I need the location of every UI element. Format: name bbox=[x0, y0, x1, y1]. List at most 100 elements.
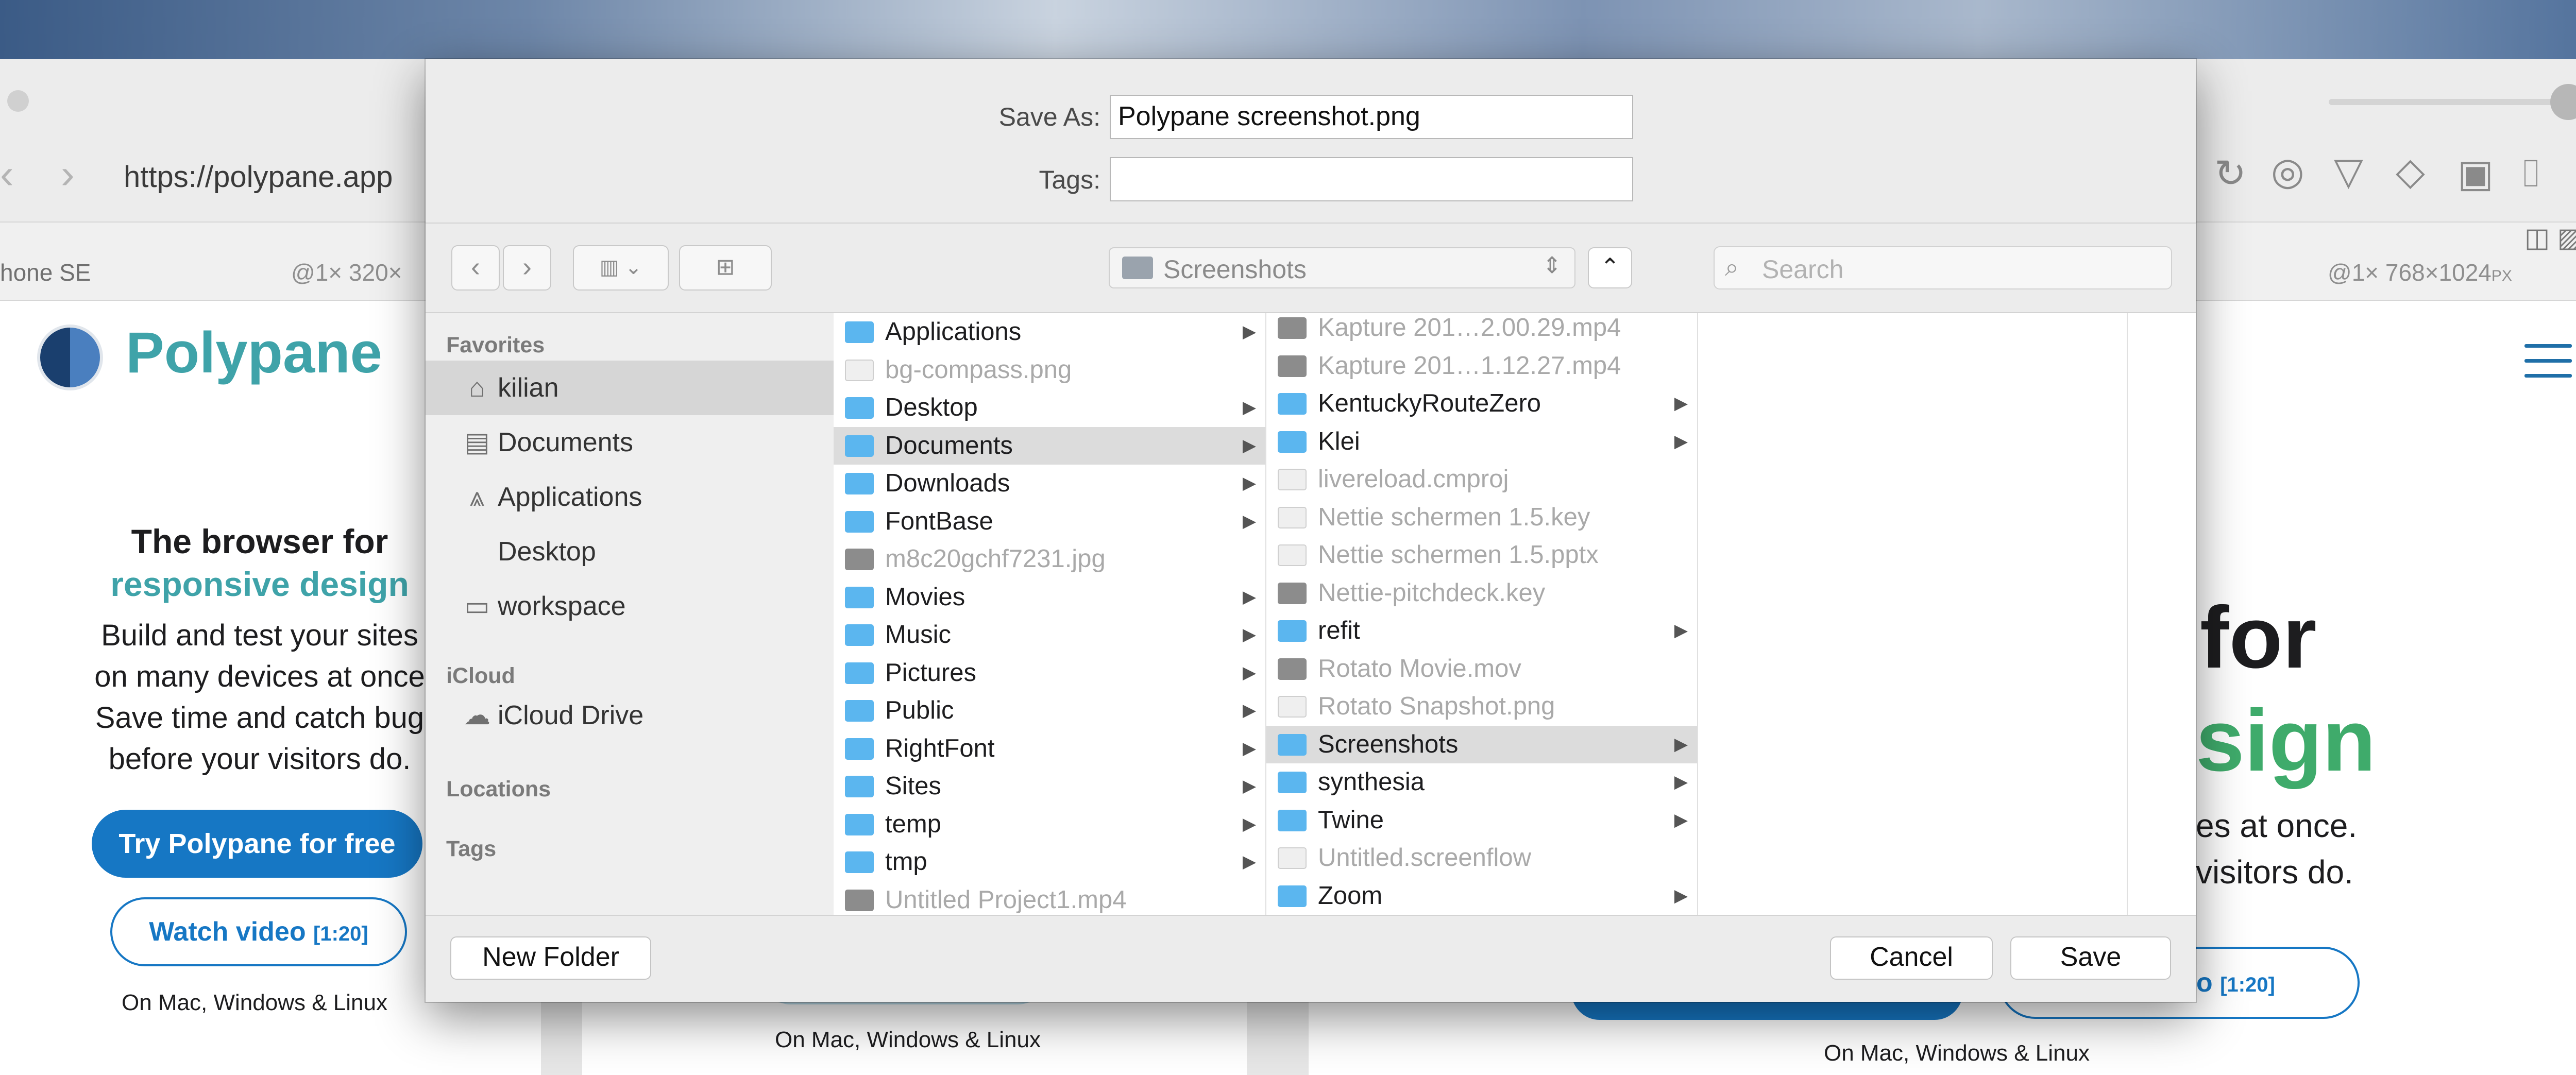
sidebar-item-desktop[interactable]: Desktop bbox=[426, 524, 834, 579]
pane-screenshot-icon[interactable]: ◫ ▨ ◈ bbox=[2524, 223, 2576, 253]
platforms-note-mid: On Mac, Windows & Linux bbox=[775, 1027, 1041, 1052]
file-row[interactable]: Movies ▶ bbox=[834, 578, 1265, 616]
sync-scroll-icon[interactable]: ◇ bbox=[2396, 152, 2425, 191]
save-button[interactable]: Save bbox=[2010, 936, 2171, 980]
save-as-field[interactable]: Polypane screenshot.png bbox=[1110, 95, 1633, 139]
camera-icon[interactable]: ⌷ bbox=[2519, 155, 2542, 193]
file-row[interactable]: m8c20gchf7231.jpg bbox=[834, 540, 1265, 578]
back-icon[interactable]: ‹ bbox=[0, 153, 14, 195]
file-row[interactable]: RightFont ▶ bbox=[834, 730, 1265, 767]
file-row[interactable]: refit ▶ bbox=[1266, 612, 1697, 650]
file-column-2: Kapture 201…2.00.29.mp4 Kapture 201…1.12.… bbox=[1266, 313, 1698, 915]
address-bar[interactable]: https://polypane.app bbox=[124, 160, 393, 194]
tags-field[interactable] bbox=[1110, 157, 1633, 201]
file-row[interactable]: Sites ▶ bbox=[834, 767, 1265, 805]
back-button[interactable]: ‹ bbox=[451, 245, 500, 291]
file-row[interactable]: Documents ▶ bbox=[834, 426, 1265, 465]
sidebar-item-icloud-drive[interactable]: ☁ iCloud Drive bbox=[426, 688, 834, 743]
file-name: Nettie schermen 1.5.key bbox=[1318, 503, 1590, 531]
media-file-icon bbox=[845, 549, 874, 570]
forward-button[interactable]: › bbox=[503, 245, 551, 291]
folder-icon bbox=[845, 662, 874, 684]
disclosure-arrow-icon: ▶ bbox=[1674, 621, 1688, 640]
sidebar-item-applications[interactable]: ⩓ Applications bbox=[426, 470, 834, 524]
file-name: FontBase bbox=[885, 507, 993, 535]
file-name: Music bbox=[885, 621, 951, 649]
save-as-label: Save As: bbox=[998, 103, 1100, 131]
file-row[interactable]: Untitled Project1.mp4 bbox=[834, 881, 1265, 915]
disclosure-arrow-icon: ▶ bbox=[1674, 394, 1688, 413]
media-file-icon bbox=[1278, 317, 1307, 339]
file-name: Klei bbox=[1318, 427, 1360, 455]
file-name: Nettie schermen 1.5.pptx bbox=[1318, 541, 1599, 569]
window-control[interactable] bbox=[7, 90, 29, 112]
file-row[interactable]: livereload.cmproj bbox=[1266, 460, 1697, 498]
file-row[interactable]: FontBase ▶ bbox=[834, 503, 1265, 540]
file-name: Applications bbox=[885, 318, 1022, 346]
file-row[interactable]: Music ▶ bbox=[834, 616, 1265, 654]
file-row[interactable]: Rotato Snapshot.png bbox=[1266, 688, 1697, 725]
disclosure-arrow-icon: ▶ bbox=[1242, 852, 1256, 872]
file-row[interactable]: Desktop ▶ bbox=[834, 389, 1265, 426]
file-row[interactable]: Public ▶ bbox=[834, 692, 1265, 729]
file-row[interactable]: Nettie schermen 1.5.pptx bbox=[1266, 536, 1697, 574]
file-row[interactable]: Twine ▶ bbox=[1266, 801, 1697, 839]
sidebar-item-kilian[interactable]: ⌂ kilian bbox=[426, 361, 834, 415]
eye-icon[interactable]: ◎ bbox=[2271, 152, 2304, 191]
file-row[interactable]: Rotato Movie.mov bbox=[1266, 650, 1697, 688]
hamburger-menu-icon[interactable] bbox=[2524, 344, 2572, 389]
file-row[interactable]: temp ▶ bbox=[834, 806, 1265, 843]
file-row[interactable]: tmp ▶ bbox=[834, 843, 1265, 881]
zoom-slider[interactable] bbox=[2329, 99, 2576, 105]
sidebar-item-documents[interactable]: ▤ Documents bbox=[426, 415, 834, 470]
file-icon bbox=[1278, 506, 1307, 528]
cancel-button[interactable]: Cancel bbox=[1830, 936, 1993, 980]
file-name: Untitled.screenflow bbox=[1318, 844, 1531, 872]
location-label: Screenshots bbox=[1163, 255, 1307, 284]
reload-icon[interactable]: ↻ bbox=[2214, 155, 2246, 193]
folder-icon bbox=[845, 624, 874, 646]
filter-icon[interactable]: ▽ bbox=[2334, 152, 2363, 191]
file-row[interactable]: Untitled.screenflow bbox=[1266, 839, 1697, 877]
collapse-button[interactable]: ⌃ bbox=[1588, 247, 1632, 288]
disclosure-arrow-icon: ▶ bbox=[1674, 772, 1688, 792]
file-row[interactable]: Nettie schermen 1.5.key bbox=[1266, 499, 1697, 536]
file-row[interactable]: Pictures ▶ bbox=[834, 654, 1265, 692]
watch-video-button[interactable]: Watch video [1:20] bbox=[110, 897, 407, 966]
devices-icon[interactable]: ▣ bbox=[2458, 155, 2494, 193]
sidebar-item-workspace[interactable]: ▭ workspace bbox=[426, 579, 834, 634]
file-name: bg-compass.png bbox=[885, 355, 1072, 384]
hero-accent-right: sign bbox=[2196, 692, 2376, 790]
folder-icon bbox=[845, 435, 874, 457]
folder-icon bbox=[1278, 733, 1307, 756]
disclosure-arrow-icon: ▶ bbox=[1242, 587, 1256, 607]
forward-icon[interactable]: › bbox=[61, 153, 75, 195]
applications-icon: ⩓ bbox=[469, 482, 485, 512]
file-row[interactable]: Downloads ▶ bbox=[834, 465, 1265, 502]
file-row[interactable]: Kapture 201…2.00.29.mp4 bbox=[1266, 313, 1697, 347]
file-icon bbox=[1278, 847, 1307, 869]
new-folder-icon-button[interactable]: ⊞ bbox=[679, 245, 772, 291]
file-row[interactable]: bg-compass.png bbox=[834, 351, 1265, 389]
new-folder-icon: ⊞ bbox=[716, 254, 735, 280]
file-name: Public bbox=[885, 696, 954, 724]
try-polypane-button[interactable]: Try Polypane for free bbox=[92, 810, 422, 878]
polypane-logo-icon bbox=[37, 325, 103, 390]
disclosure-arrow-icon: ▶ bbox=[1242, 398, 1256, 417]
new-folder-button[interactable]: New Folder bbox=[450, 936, 651, 980]
file-name: Sites bbox=[885, 772, 941, 800]
disclosure-arrow-icon: ▶ bbox=[1674, 431, 1688, 451]
sidebar: Favorites ⌂ kilian ▤ Documents ⩓ Applicatio… bbox=[426, 313, 834, 915]
file-row[interactable]: Klei ▶ bbox=[1266, 423, 1697, 460]
file-row[interactable]: synthesia ▶ bbox=[1266, 763, 1697, 801]
file-row[interactable]: Applications ▶ bbox=[834, 313, 1265, 351]
location-popup[interactable]: Screenshots ⇕ bbox=[1109, 247, 1575, 288]
file-icon bbox=[1278, 696, 1307, 718]
search-field[interactable]: ⌕ Search bbox=[1714, 246, 2172, 289]
file-row[interactable]: Zoom ▶ bbox=[1266, 877, 1697, 915]
view-mode-button[interactable]: ▥ ⌄ bbox=[573, 245, 669, 291]
file-row[interactable]: KentuckyRouteZero ▶ bbox=[1266, 385, 1697, 422]
file-row[interactable]: Nettie-pitchdeck.key bbox=[1266, 574, 1697, 612]
file-row[interactable]: Kapture 201…1.12.27.mp4 bbox=[1266, 347, 1697, 385]
file-row[interactable]: Screenshots ▶ bbox=[1266, 725, 1697, 763]
